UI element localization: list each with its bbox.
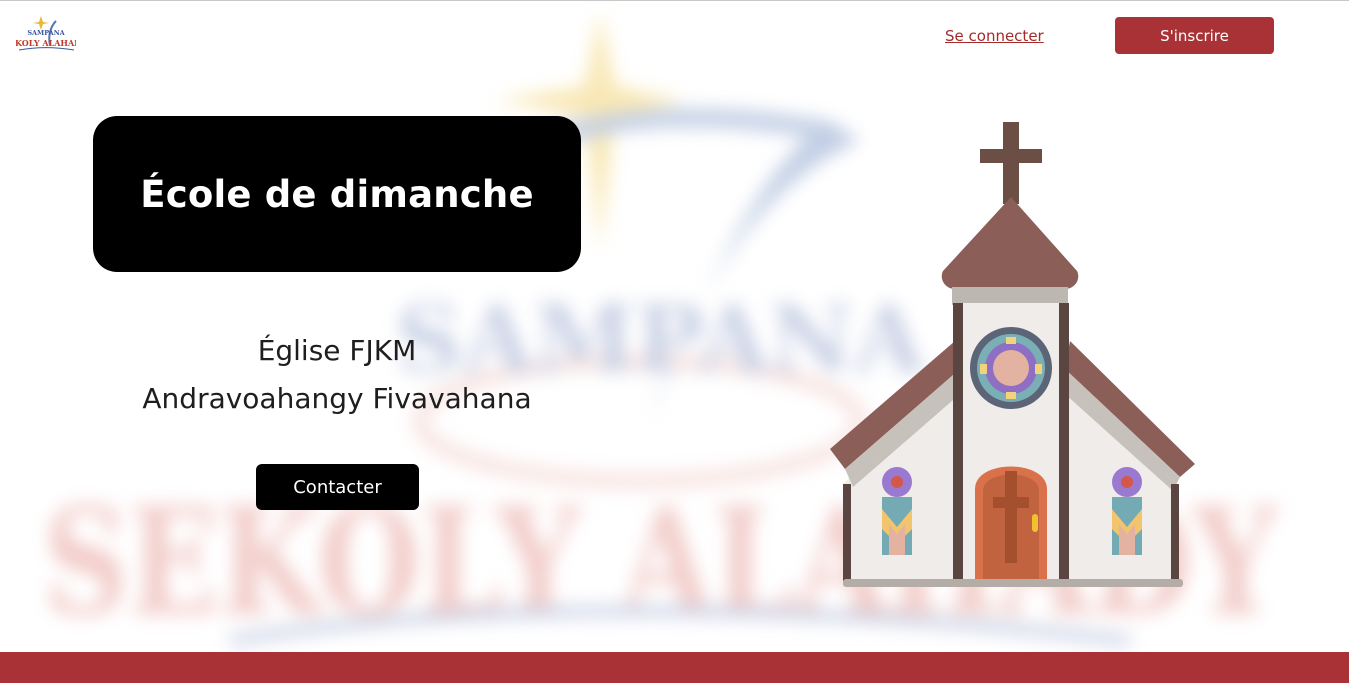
signup-button[interactable]: S'inscrire — [1115, 17, 1274, 54]
church-icon — [830, 122, 1195, 587]
hero-title-box: École de dimanche — [93, 116, 581, 272]
logo-text-top: SAMPANA — [27, 29, 65, 37]
church-name-line2: Andravoahangy Fivavahana — [142, 382, 532, 415]
page-title: École de dimanche — [140, 172, 534, 216]
logo-text-bottom: SEKOLY ALAHADY — [16, 38, 76, 48]
site-logo[interactable]: SAMPANA SEKOLY ALAHADY — [16, 15, 76, 55]
right-window — [1112, 467, 1142, 555]
church-name: Église FJKM Andravoahangy Fivavahana — [93, 327, 581, 423]
login-link[interactable]: Se connecter — [945, 27, 1044, 45]
left-window — [882, 467, 912, 555]
contact-button[interactable]: Contacter — [256, 464, 419, 510]
sampana-sekoly-alahady-logo-icon: SAMPANA SEKOLY ALAHADY — [16, 16, 76, 51]
church-name-line1: Église FJKM — [257, 334, 417, 367]
footer-bar — [0, 652, 1349, 683]
church-illustration — [825, 119, 1200, 591]
